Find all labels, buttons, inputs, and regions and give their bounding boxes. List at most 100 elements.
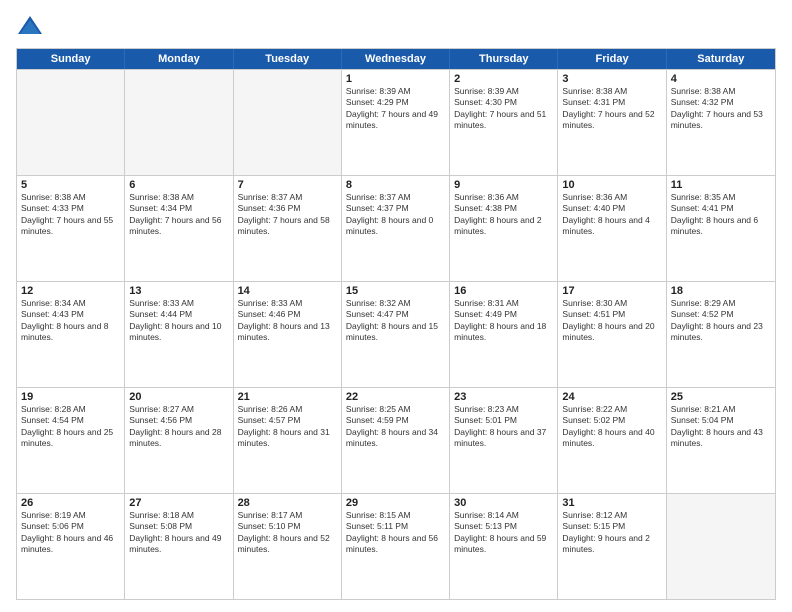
cell-info: Sunrise: 8:37 AMSunset: 4:37 PMDaylight:… (346, 192, 445, 238)
cell-day-number: 5 (21, 179, 120, 191)
cell-info: Sunrise: 8:17 AMSunset: 5:10 PMDaylight:… (238, 510, 337, 556)
calendar-cell: 31Sunrise: 8:12 AMSunset: 5:15 PMDayligh… (558, 494, 666, 599)
cell-day-number: 21 (238, 391, 337, 403)
cell-day-number: 2 (454, 73, 553, 85)
calendar-row: 26Sunrise: 8:19 AMSunset: 5:06 PMDayligh… (17, 493, 775, 599)
cell-day-number: 17 (562, 285, 661, 297)
cell-info: Sunrise: 8:35 AMSunset: 4:41 PMDaylight:… (671, 192, 771, 238)
calendar-header: SundayMondayTuesdayWednesdayThursdayFrid… (17, 49, 775, 69)
cell-info: Sunrise: 8:28 AMSunset: 4:54 PMDaylight:… (21, 404, 120, 450)
calendar-cell: 16Sunrise: 8:31 AMSunset: 4:49 PMDayligh… (450, 282, 558, 387)
calendar-cell (17, 70, 125, 175)
calendar-cell: 15Sunrise: 8:32 AMSunset: 4:47 PMDayligh… (342, 282, 450, 387)
calendar-cell: 1Sunrise: 8:39 AMSunset: 4:29 PMDaylight… (342, 70, 450, 175)
calendar-body: 1Sunrise: 8:39 AMSunset: 4:29 PMDaylight… (17, 69, 775, 599)
cell-day-number: 19 (21, 391, 120, 403)
calendar: SundayMondayTuesdayWednesdayThursdayFrid… (16, 48, 776, 600)
calendar-cell: 14Sunrise: 8:33 AMSunset: 4:46 PMDayligh… (234, 282, 342, 387)
calendar-cell: 4Sunrise: 8:38 AMSunset: 4:32 PMDaylight… (667, 70, 775, 175)
cell-info: Sunrise: 8:38 AMSunset: 4:33 PMDaylight:… (21, 192, 120, 238)
cell-day-number: 20 (129, 391, 228, 403)
cell-info: Sunrise: 8:22 AMSunset: 5:02 PMDaylight:… (562, 404, 661, 450)
calendar-cell: 27Sunrise: 8:18 AMSunset: 5:08 PMDayligh… (125, 494, 233, 599)
cell-info: Sunrise: 8:23 AMSunset: 5:01 PMDaylight:… (454, 404, 553, 450)
day-header: Thursday (450, 49, 558, 69)
calendar-cell: 11Sunrise: 8:35 AMSunset: 4:41 PMDayligh… (667, 176, 775, 281)
cell-day-number: 27 (129, 497, 228, 509)
calendar-cell: 9Sunrise: 8:36 AMSunset: 4:38 PMDaylight… (450, 176, 558, 281)
cell-day-number: 26 (21, 497, 120, 509)
day-header: Friday (558, 49, 666, 69)
cell-info: Sunrise: 8:12 AMSunset: 5:15 PMDaylight:… (562, 510, 661, 556)
cell-day-number: 25 (671, 391, 771, 403)
logo (16, 12, 48, 40)
cell-info: Sunrise: 8:19 AMSunset: 5:06 PMDaylight:… (21, 510, 120, 556)
calendar-cell: 28Sunrise: 8:17 AMSunset: 5:10 PMDayligh… (234, 494, 342, 599)
calendar-cell: 20Sunrise: 8:27 AMSunset: 4:56 PMDayligh… (125, 388, 233, 493)
calendar-cell: 19Sunrise: 8:28 AMSunset: 4:54 PMDayligh… (17, 388, 125, 493)
cell-info: Sunrise: 8:36 AMSunset: 4:38 PMDaylight:… (454, 192, 553, 238)
cell-day-number: 29 (346, 497, 445, 509)
cell-day-number: 9 (454, 179, 553, 191)
cell-day-number: 30 (454, 497, 553, 509)
day-header: Saturday (667, 49, 775, 69)
cell-info: Sunrise: 8:31 AMSunset: 4:49 PMDaylight:… (454, 298, 553, 344)
cell-info: Sunrise: 8:36 AMSunset: 4:40 PMDaylight:… (562, 192, 661, 238)
calendar-cell: 6Sunrise: 8:38 AMSunset: 4:34 PMDaylight… (125, 176, 233, 281)
calendar-cell: 5Sunrise: 8:38 AMSunset: 4:33 PMDaylight… (17, 176, 125, 281)
cell-info: Sunrise: 8:32 AMSunset: 4:47 PMDaylight:… (346, 298, 445, 344)
calendar-cell: 13Sunrise: 8:33 AMSunset: 4:44 PMDayligh… (125, 282, 233, 387)
calendar-cell: 3Sunrise: 8:38 AMSunset: 4:31 PMDaylight… (558, 70, 666, 175)
cell-info: Sunrise: 8:30 AMSunset: 4:51 PMDaylight:… (562, 298, 661, 344)
calendar-cell: 26Sunrise: 8:19 AMSunset: 5:06 PMDayligh… (17, 494, 125, 599)
cell-day-number: 31 (562, 497, 661, 509)
calendar-row: 12Sunrise: 8:34 AMSunset: 4:43 PMDayligh… (17, 281, 775, 387)
logo-icon (16, 12, 44, 40)
cell-day-number: 22 (346, 391, 445, 403)
calendar-cell (125, 70, 233, 175)
cell-day-number: 7 (238, 179, 337, 191)
day-header: Tuesday (234, 49, 342, 69)
day-header: Sunday (17, 49, 125, 69)
calendar-cell: 2Sunrise: 8:39 AMSunset: 4:30 PMDaylight… (450, 70, 558, 175)
cell-day-number: 6 (129, 179, 228, 191)
cell-info: Sunrise: 8:37 AMSunset: 4:36 PMDaylight:… (238, 192, 337, 238)
calendar-row: 1Sunrise: 8:39 AMSunset: 4:29 PMDaylight… (17, 69, 775, 175)
cell-info: Sunrise: 8:38 AMSunset: 4:34 PMDaylight:… (129, 192, 228, 238)
cell-day-number: 15 (346, 285, 445, 297)
cell-info: Sunrise: 8:21 AMSunset: 5:04 PMDaylight:… (671, 404, 771, 450)
calendar-cell: 25Sunrise: 8:21 AMSunset: 5:04 PMDayligh… (667, 388, 775, 493)
calendar-cell: 10Sunrise: 8:36 AMSunset: 4:40 PMDayligh… (558, 176, 666, 281)
cell-info: Sunrise: 8:14 AMSunset: 5:13 PMDaylight:… (454, 510, 553, 556)
cell-info: Sunrise: 8:26 AMSunset: 4:57 PMDaylight:… (238, 404, 337, 450)
cell-day-number: 13 (129, 285, 228, 297)
calendar-cell (234, 70, 342, 175)
cell-info: Sunrise: 8:15 AMSunset: 5:11 PMDaylight:… (346, 510, 445, 556)
cell-day-number: 3 (562, 73, 661, 85)
cell-day-number: 14 (238, 285, 337, 297)
cell-info: Sunrise: 8:33 AMSunset: 4:44 PMDaylight:… (129, 298, 228, 344)
cell-day-number: 23 (454, 391, 553, 403)
calendar-cell: 8Sunrise: 8:37 AMSunset: 4:37 PMDaylight… (342, 176, 450, 281)
cell-day-number: 11 (671, 179, 771, 191)
cell-day-number: 4 (671, 73, 771, 85)
calendar-cell: 12Sunrise: 8:34 AMSunset: 4:43 PMDayligh… (17, 282, 125, 387)
calendar-cell: 22Sunrise: 8:25 AMSunset: 4:59 PMDayligh… (342, 388, 450, 493)
cell-info: Sunrise: 8:38 AMSunset: 4:32 PMDaylight:… (671, 86, 771, 132)
calendar-cell: 17Sunrise: 8:30 AMSunset: 4:51 PMDayligh… (558, 282, 666, 387)
calendar-cell: 29Sunrise: 8:15 AMSunset: 5:11 PMDayligh… (342, 494, 450, 599)
page: SundayMondayTuesdayWednesdayThursdayFrid… (0, 0, 792, 612)
day-header: Monday (125, 49, 233, 69)
cell-info: Sunrise: 8:34 AMSunset: 4:43 PMDaylight:… (21, 298, 120, 344)
calendar-cell: 30Sunrise: 8:14 AMSunset: 5:13 PMDayligh… (450, 494, 558, 599)
cell-day-number: 10 (562, 179, 661, 191)
cell-info: Sunrise: 8:27 AMSunset: 4:56 PMDaylight:… (129, 404, 228, 450)
calendar-row: 5Sunrise: 8:38 AMSunset: 4:33 PMDaylight… (17, 175, 775, 281)
calendar-cell: 21Sunrise: 8:26 AMSunset: 4:57 PMDayligh… (234, 388, 342, 493)
cell-day-number: 8 (346, 179, 445, 191)
cell-info: Sunrise: 8:33 AMSunset: 4:46 PMDaylight:… (238, 298, 337, 344)
cell-day-number: 24 (562, 391, 661, 403)
day-header: Wednesday (342, 49, 450, 69)
cell-day-number: 1 (346, 73, 445, 85)
header (16, 12, 776, 40)
